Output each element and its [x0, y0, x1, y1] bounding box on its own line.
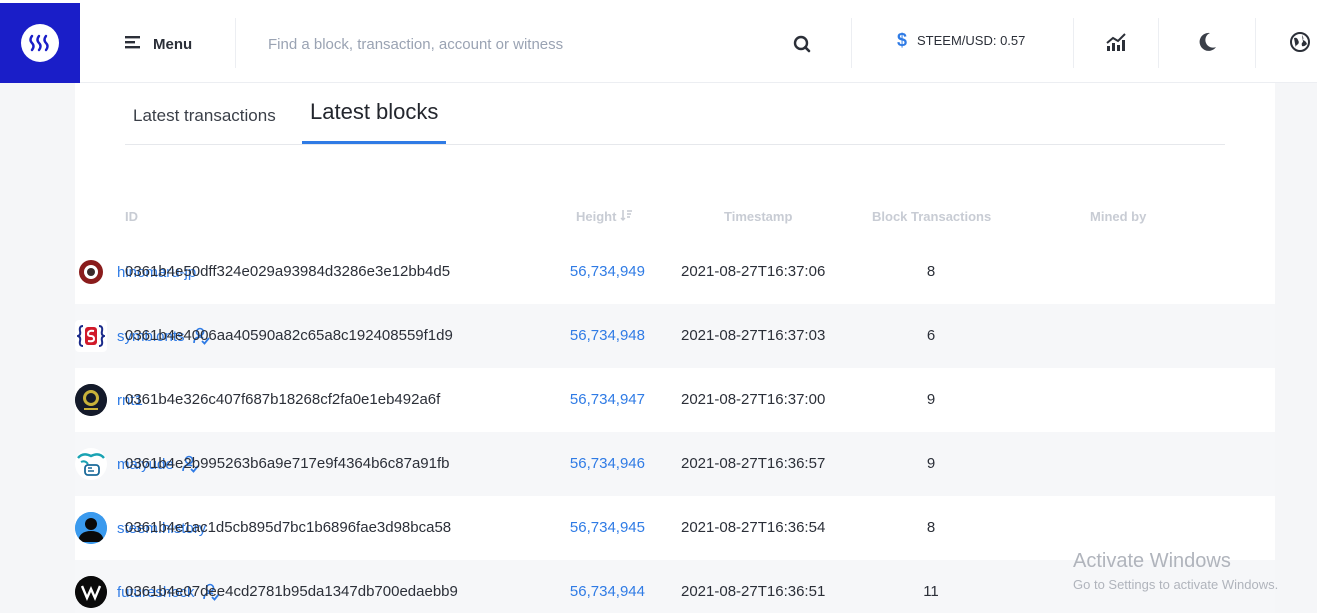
block-timestamp: 2021-08-27T16:36:57 — [681, 455, 826, 472]
block-height-link[interactable]: 56,734,947 — [535, 368, 645, 432]
block-transaction-count: 8 — [926, 519, 936, 536]
search-input[interactable] — [268, 28, 768, 60]
avatar[interactable] — [75, 512, 107, 544]
avatar[interactable] — [75, 384, 107, 416]
table-row: 0361b4e2b995263b6a9e717e9f4364b6c87a91fb… — [75, 432, 1275, 496]
block-timestamp: 2021-08-27T16:37:03 — [681, 327, 826, 344]
avatar[interactable] — [75, 448, 107, 480]
block-id: 0361b4e326c407f687b18268cf2fa0e1eb492a6f — [125, 391, 441, 408]
chart-icon[interactable] — [1105, 31, 1127, 53]
column-header-mined-by: Mined by — [1090, 209, 1147, 224]
dollar-icon: $ — [897, 30, 908, 50]
block-id: 0361b4e1ac1d5cb895d7bc1b6896fae3d98bca58 — [125, 519, 452, 536]
globe-icon[interactable] — [1289, 31, 1311, 53]
divider — [235, 18, 236, 68]
top-navigation-bar: Menu $ STEEM/USD: 0.57 — [0, 0, 1317, 83]
menu-icon — [125, 35, 141, 54]
divider — [1073, 18, 1074, 68]
block-timestamp: 2021-08-27T16:37:00 — [681, 391, 826, 408]
table-row: 0361b4e50dff324e029a93984d3286e3e12bb4d5… — [75, 240, 1275, 304]
tab-latest-transactions[interactable]: Latest transactions — [133, 106, 276, 126]
tab-latest-blocks[interactable]: Latest blocks — [302, 83, 447, 144]
sort-icon — [620, 209, 633, 224]
divider — [1158, 18, 1159, 68]
block-height-link[interactable]: 56,734,946 — [535, 432, 645, 496]
block-timestamp: 2021-08-27T16:36:54 — [681, 519, 826, 536]
column-header-timestamp: Timestamp — [724, 209, 793, 224]
block-id: 0361b4e07dee4cd2781b95da1347db700edaebb9 — [125, 583, 458, 600]
avatar[interactable] — [75, 576, 107, 608]
divider — [1255, 18, 1256, 68]
menu-button[interactable]: Menu — [125, 26, 192, 62]
block-height-link[interactable]: 56,734,945 — [535, 496, 645, 560]
avatar[interactable] — [75, 320, 107, 352]
block-transaction-count: 11 — [923, 583, 939, 600]
block-transaction-count: 8 — [926, 263, 936, 280]
moon-icon[interactable] — [1196, 31, 1218, 53]
block-transaction-count: 9 — [926, 455, 936, 472]
divider — [851, 18, 852, 68]
table-row: 0361b4e326c407f687b18268cf2fa0e1eb492a6f… — [75, 368, 1275, 432]
table-row: 0361b4e1ac1d5cb895d7bc1b6896fae3d98bca58… — [75, 496, 1275, 560]
column-header-id: ID — [125, 209, 138, 224]
steem-logo[interactable] — [0, 3, 80, 83]
block-height-link[interactable]: 56,734,949 — [535, 240, 645, 304]
block-timestamp: 2021-08-27T16:37:06 — [681, 263, 826, 280]
block-transaction-count: 9 — [926, 391, 936, 408]
block-id: 0361b4e2b995263b6a9e717e9f4364b6c87a91fb — [125, 455, 450, 472]
block-height-link[interactable]: 56,734,948 — [535, 304, 645, 368]
column-header-height[interactable]: Height — [576, 209, 633, 224]
tab-bar: Latest transactions Latest blocks — [125, 83, 1225, 145]
price-ticker: $ STEEM/USD: 0.57 — [897, 30, 1025, 51]
column-header-block-transactions: Block Transactions — [872, 209, 992, 224]
latest-blocks-panel: Latest transactions Latest blocks ID Hei… — [75, 83, 1275, 613]
steem-usd-price: STEEM/USD: 0.57 — [917, 33, 1026, 48]
block-height-link[interactable]: 56,734,944 — [535, 560, 645, 613]
block-timestamp: 2021-08-27T16:36:51 — [681, 583, 826, 600]
search-icon[interactable] — [792, 34, 812, 54]
column-header-height-label: Height — [576, 209, 617, 224]
menu-label: Menu — [153, 35, 193, 53]
steem-logo-icon — [21, 24, 59, 62]
block-id: 0361b4e50dff324e029a93984d3286e3e12bb4d5 — [125, 263, 451, 280]
table-row: 0361b4e07dee4cd2781b95da1347db700edaebb9… — [75, 560, 1275, 613]
avatar[interactable] — [75, 256, 107, 288]
block-id: 0361b4e4006aa40590a82c65a8c192408559f1d9 — [125, 327, 453, 344]
block-transaction-count: 6 — [926, 327, 936, 344]
table-row: 0361b4e4006aa40590a82c65a8c192408559f1d9… — [75, 304, 1275, 368]
